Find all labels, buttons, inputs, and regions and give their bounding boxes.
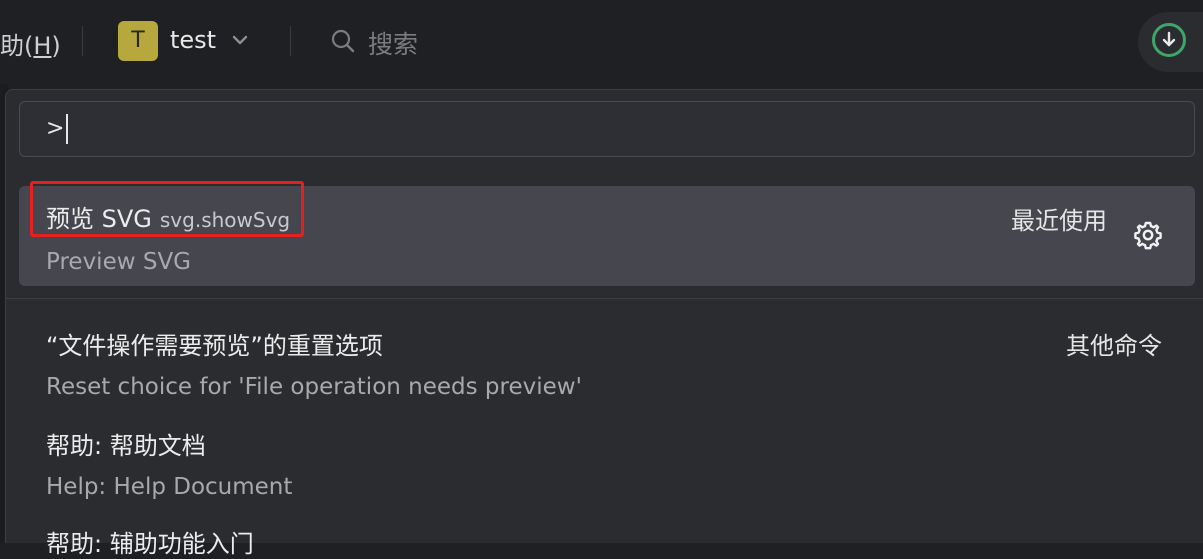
download-icon xyxy=(1152,23,1186,57)
command-title[interactable]: 帮助: 辅助功能入门 xyxy=(46,524,254,559)
command-subtitle: Reset choice for 'File operation needs p… xyxy=(46,374,582,400)
menu-help-key: H xyxy=(33,32,52,60)
command-input[interactable]: > xyxy=(19,101,1195,157)
menu-help[interactable]: 助(H) xyxy=(0,26,61,61)
search-icon[interactable] xyxy=(330,28,356,54)
command-input-value: > xyxy=(46,116,65,141)
workspace-avatar[interactable]: T xyxy=(118,21,158,61)
command-subtitle: Preview SVG xyxy=(46,249,191,275)
menu-help-prefix: 助( xyxy=(0,32,34,60)
chevron-down-icon[interactable] xyxy=(230,30,250,50)
divider xyxy=(290,26,291,56)
search-placeholder[interactable]: 搜索 xyxy=(368,25,418,61)
recently-used-label: 最近使用 xyxy=(1011,207,1107,235)
command-subtitle: Help: Help Document xyxy=(46,474,293,500)
download-button[interactable] xyxy=(1138,12,1203,72)
divider xyxy=(82,26,83,56)
divider xyxy=(6,298,1203,299)
title-bar: 助(H) T test 搜索 xyxy=(0,0,1203,84)
text-caret xyxy=(66,114,69,144)
annotation-highlight-box xyxy=(30,181,304,237)
workspace-name[interactable]: test xyxy=(170,26,216,54)
command-title[interactable]: “文件操作需要预览”的重置选项 xyxy=(46,326,383,361)
command-title[interactable]: 帮助: 帮助文档 xyxy=(46,426,206,461)
gear-icon[interactable] xyxy=(1132,219,1164,251)
other-commands-label: 其他命令 xyxy=(1066,332,1162,360)
menu-help-suffix: ) xyxy=(51,32,61,60)
